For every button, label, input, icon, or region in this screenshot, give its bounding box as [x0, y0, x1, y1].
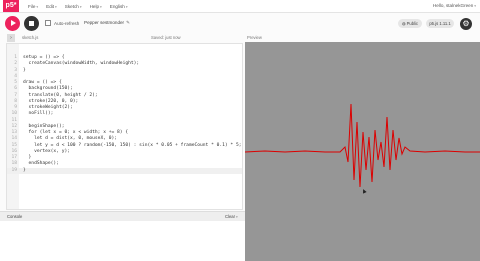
preview-label: Preview [247, 35, 262, 40]
settings-gear-icon[interactable]: ⚙ [460, 18, 472, 30]
pencil-icon[interactable]: ✎ [126, 20, 130, 25]
menu-edit[interactable]: Edit [46, 4, 57, 9]
visibility-button[interactable]: ◍ Public [398, 19, 422, 28]
p5-version-button[interactable]: p5.js 1.11.1 [426, 19, 454, 28]
play-button[interactable] [5, 16, 20, 31]
line-number: 19 [11, 167, 17, 173]
menu-language[interactable]: English [110, 4, 128, 9]
globe-icon: ◍ [401, 21, 406, 26]
sketch-name-text: Pepper sestmonder [84, 20, 125, 25]
menu-file[interactable]: File [28, 4, 38, 9]
current-filename: sketch.js [22, 35, 39, 40]
console-header: Console Clear [0, 211, 245, 221]
auto-refresh-checkbox[interactable] [45, 20, 51, 26]
top-nav: p5* File Edit Sketch Help English Hello,… [0, 0, 480, 13]
auto-refresh-label: Auto-refresh [54, 20, 80, 26]
save-status: Saved: just now [151, 35, 181, 40]
sidebar-toggle-chevron-icon[interactable]: › [7, 34, 15, 42]
stop-button[interactable] [24, 16, 39, 31]
code-text[interactable]: } [23, 168, 26, 174]
console-clear-button[interactable]: Clear [225, 214, 238, 219]
console-output[interactable] [0, 221, 245, 261]
red-waveform-line [245, 103, 480, 188]
sketch-name[interactable]: Pepper sestmonder ✎ [84, 20, 130, 26]
visibility-label: Public [406, 21, 419, 26]
user-menu[interactable]: Hello, stalnekGreen [433, 0, 476, 12]
sketch-preview-canvas[interactable] [245, 42, 480, 261]
p5-logo[interactable]: p5* [3, 0, 19, 12]
menu-help[interactable]: Help [90, 4, 102, 9]
sub-header: › sketch.js Saved: just now Preview [0, 34, 480, 42]
auto-refresh-toggle[interactable]: Auto-refresh [45, 20, 79, 26]
main-menu: File Edit Sketch Help English [28, 0, 128, 12]
toolbar: Auto-refresh Pepper sestmonder ✎ ◍ Public… [0, 13, 480, 34]
code-line[interactable]: 19} [7, 167, 242, 174]
code-editor[interactable]: 1 setup = () => {2 createCanvas(windowWid… [6, 43, 243, 210]
menu-sketch[interactable]: Sketch [65, 4, 82, 9]
waveform-drawing [245, 103, 480, 188]
code-lines[interactable]: 1 setup = () => {2 createCanvas(windowWid… [7, 55, 242, 174]
console-title: Console [7, 214, 23, 219]
